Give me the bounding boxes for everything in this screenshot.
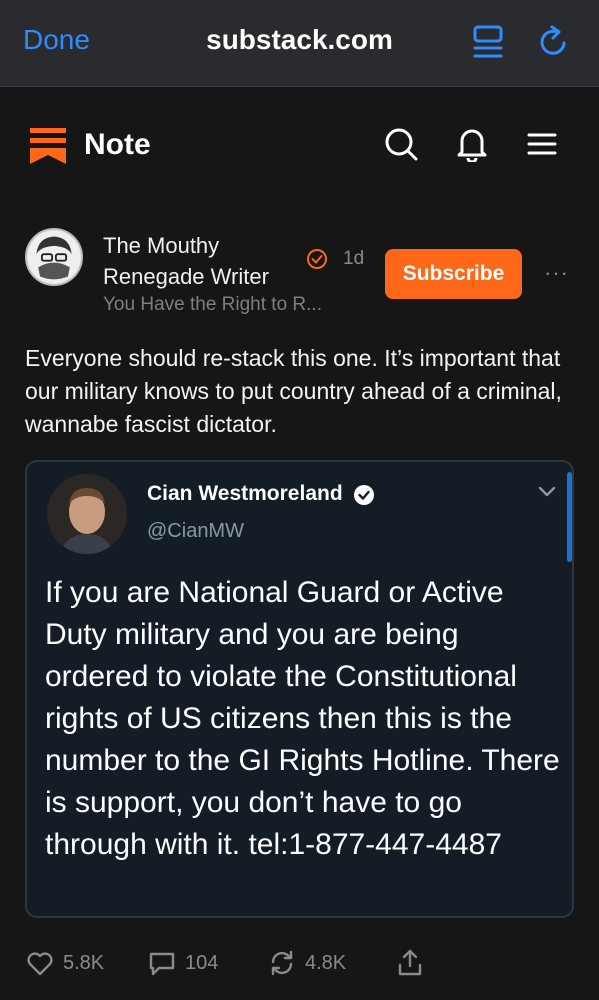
menu-icon[interactable] xyxy=(524,126,560,162)
like-count: 5.8K xyxy=(63,951,105,974)
post-time: 1d xyxy=(343,248,365,269)
embed-text: If you are National Guard or Active Duty… xyxy=(45,576,560,861)
embed-avatar xyxy=(47,474,127,554)
more-options-button[interactable]: ··· xyxy=(544,260,569,286)
comment-button[interactable]: 104 xyxy=(147,948,218,978)
subscribe-button[interactable]: Subscribe xyxy=(385,249,522,299)
author-avatar-image xyxy=(27,230,81,284)
bell-icon[interactable] xyxy=(454,126,490,162)
share-icon xyxy=(398,949,422,976)
share-button[interactable] xyxy=(395,948,425,978)
search-icon[interactable] xyxy=(383,126,419,162)
url-display[interactable]: substack.com xyxy=(0,24,599,56)
embed-verified-icon xyxy=(354,485,374,505)
embed-author-name: Cian Westmoreland xyxy=(147,482,343,505)
action-bar: 5.8K 104 4.8K xyxy=(0,940,599,984)
app-header: Note xyxy=(0,88,599,200)
chevron-down-icon xyxy=(538,486,556,497)
author-avatar[interactable] xyxy=(25,228,83,286)
page-title: Note xyxy=(84,128,151,161)
verified-badge-icon xyxy=(307,249,327,269)
reload-icon[interactable] xyxy=(537,24,571,60)
author-name[interactable]: The Mouthy Renegade Writer xyxy=(103,230,303,292)
reader-icon[interactable] xyxy=(472,24,506,60)
heart-icon xyxy=(27,952,53,976)
embed-scrollbar xyxy=(567,472,572,562)
embedded-image[interactable]: Cian Westmoreland @CianMW If you are Nat… xyxy=(25,460,574,918)
restack-button[interactable]: 4.8K xyxy=(267,948,346,978)
substack-logo-icon[interactable] xyxy=(30,128,66,164)
browser-toolbar: Done substack.com xyxy=(0,0,599,87)
embed-handle: @CianMW xyxy=(147,520,244,542)
restack-count: 4.8K xyxy=(305,951,347,974)
restack-icon xyxy=(271,950,293,976)
comment-count: 104 xyxy=(185,951,219,974)
like-button[interactable]: 5.8K xyxy=(25,948,104,978)
note-body: Everyone should re-stack this one. It’s … xyxy=(25,345,562,437)
comment-icon xyxy=(149,952,175,976)
embed-avatar-image xyxy=(47,474,127,554)
publication-name[interactable]: You Have the Right to R... xyxy=(103,294,322,316)
